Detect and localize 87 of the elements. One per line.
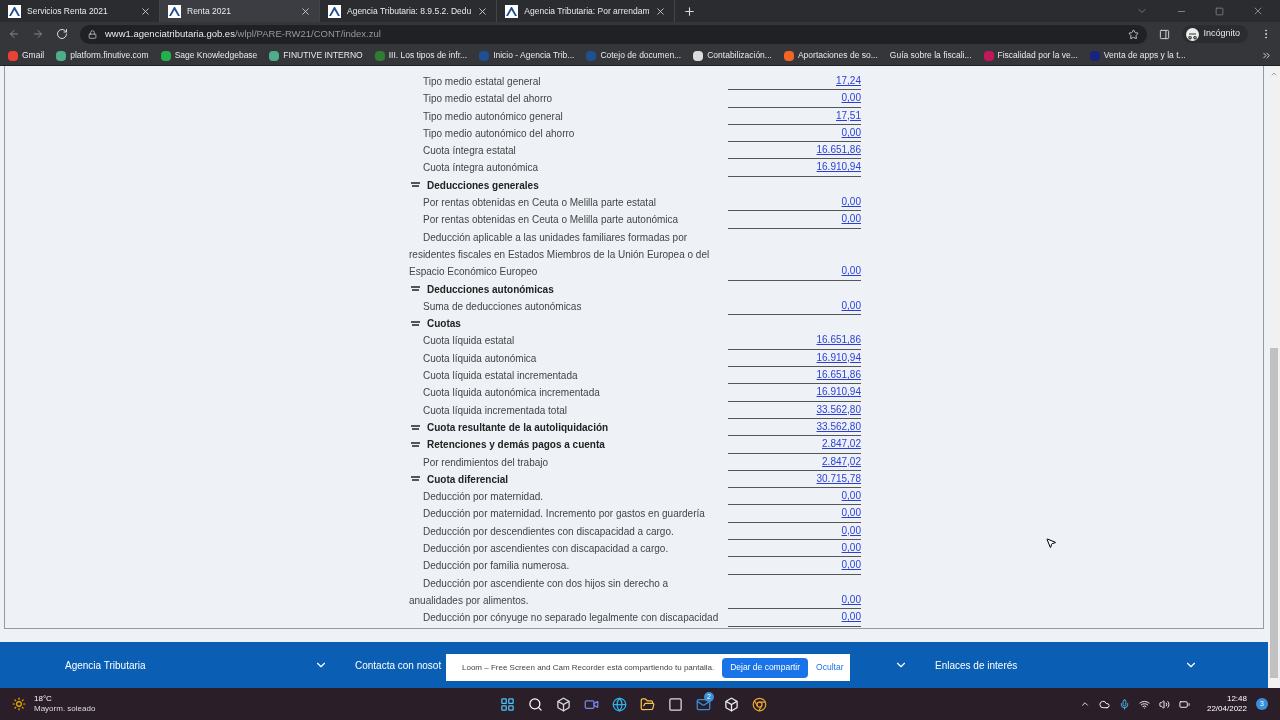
row-label: Cuota íntegra autonómica: [422, 161, 540, 176]
tab-title: Agencia Tributaria: 8.9.5.2. Dedu: [347, 4, 472, 18]
bookmark-item[interactable]: Inicio - Agencia Trib...: [479, 49, 575, 62]
bookmark-item[interactable]: Cotejo de documen...: [586, 49, 682, 62]
row-label: Deducción por cónyuge no separado legalmente con discapacidad: [422, 611, 719, 626]
amount-link[interactable]: 0,00: [841, 490, 861, 502]
row-label: Deducción por maternidad.: [422, 490, 545, 505]
amount-link[interactable]: 16.651,86: [816, 369, 861, 381]
bookmark-item[interactable]: Fiscalidad por la ve...: [983, 49, 1078, 62]
section-heading: Deducciones autonómicas: [427, 282, 554, 297]
clock-time: 12:48: [1226, 694, 1247, 704]
weather-text: Mayorm. soleado: [34, 704, 96, 714]
amount-link[interactable]: 16.651,86: [816, 144, 861, 156]
bookmark-item[interactable]: Contabilización...: [693, 49, 772, 62]
amount-link[interactable]: 30.715,78: [816, 472, 861, 484]
row-label: Deducción por familia numerosa.: [422, 559, 571, 574]
section-heading: Cuota resultante de la autoliquidación: [427, 420, 609, 435]
tab-title: Servicios Renta 2021: [27, 4, 109, 18]
amount-link[interactable]: 16.651,86: [816, 334, 861, 346]
amount-link[interactable]: 33.562,80: [816, 403, 861, 415]
bookmark-item[interactable]: Gmail: [8, 49, 45, 62]
stop-sharing-button[interactable]: Dejar de compartir: [722, 657, 809, 678]
bookmark-item[interactable]: III. Los tipos de infr...: [374, 49, 468, 62]
amount-link[interactable]: 0,00: [841, 524, 861, 536]
row-label: Tipo medio estatal del ahorro: [422, 92, 554, 107]
row-label: Deducción por ascendiente con dos hijos sin derecho a anualidades por alimentos.: [409, 576, 670, 608]
amount-link[interactable]: 0,00: [841, 611, 861, 623]
footer-menu[interactable]: Contacta con nosot: [355, 657, 442, 673]
row-label: Por rendimientos del trabajo: [422, 455, 550, 470]
row-label: Deducción por maternidad. Incremento por gastos en guardería: [422, 507, 706, 522]
section-heading: Cuota diferencial: [427, 472, 509, 487]
amount-link[interactable]: 17,24: [835, 75, 861, 86]
share-message: Loom – Free Screen and Cam Recorder está compartiendo tu pantalla.: [462, 661, 715, 674]
bookmark-item[interactable]: Guía sobre la fiscali...: [889, 49, 972, 62]
amount-link[interactable]: 0,00: [841, 265, 861, 277]
amount-link[interactable]: 0,00: [841, 213, 861, 225]
bookmark-item[interactable]: FINUTIVE INTERNO: [269, 49, 363, 62]
row-label: Tipo medio estatal general: [422, 75, 542, 89]
temperature: 18°C: [34, 694, 53, 704]
row-label: Cuota líquida autonómica: [422, 351, 538, 366]
bookmark-item[interactable]: Venta de apps y la t...: [1089, 49, 1186, 62]
amount-link[interactable]: 0,00: [841, 593, 861, 605]
amount-link[interactable]: 33.562,80: [816, 420, 861, 432]
tab-title: Renta 2021: [187, 4, 232, 18]
footer-menu[interactable]: Agencia Tributaria: [65, 657, 146, 673]
row-label: Por rentas obtenidas en Ceuta o Melilla parte autonómica: [422, 213, 680, 228]
row-label: Cuota líquida estatal: [422, 334, 516, 349]
row-label: Tipo medio autonómico del ahorro: [422, 126, 576, 141]
url-path: /wlpl/PARE-RW21/CONT/index.zul: [234, 26, 381, 41]
amount-link[interactable]: 0,00: [841, 92, 861, 104]
row-label: Cuota líquida autonómica incrementada: [422, 386, 601, 401]
tab-title: Agencia Tributaria: Por arrendam: [524, 4, 650, 18]
amount-link[interactable]: 16.910,94: [816, 161, 861, 173]
browser-tab[interactable]: Renta 2021: [160, 0, 320, 22]
amount-link[interactable]: 0,00: [841, 196, 861, 208]
section-heading: Cuotas: [427, 317, 461, 332]
section-heading: Deducciones generales: [427, 178, 539, 193]
amount-link[interactable]: 0,00: [841, 126, 861, 138]
amount-link[interactable]: 0,00: [841, 542, 861, 553]
row-label: Deducción por ascendientes con discapacidad a cargo.: [422, 542, 670, 556]
hide-link[interactable]: Ocultar: [816, 661, 844, 674]
incognito-chip[interactable]: Incógnito: [1182, 25, 1248, 43]
profile-label: Incógnito: [1203, 27, 1240, 41]
clock-date: 22/04/2022: [1206, 704, 1247, 714]
bookmark-item[interactable]: Sage Knowledgebase: [160, 49, 258, 62]
url-host: www1.agenciatributaria.gob.es: [105, 26, 235, 41]
row-label: Tipo medio autonómico general: [422, 109, 564, 124]
row-label: Por rentas obtenidas en Ceuta o Melilla parte estatal: [422, 196, 657, 211]
amount-link[interactable]: 16.910,94: [816, 351, 861, 363]
amount-link[interactable]: 17,51: [835, 109, 861, 121]
row-label: Cuota líquida estatal incrementada: [422, 369, 579, 384]
address-field[interactable]: www1.agenciatributaria.gob.es/wlpl/PARE-RW21/CONT/index.zul: [80, 24, 1148, 44]
row-label: Cuota líquida incrementada total: [422, 403, 568, 418]
section-heading: Retenciones y demás pagos a cuenta: [427, 438, 605, 453]
amount-link[interactable]: 0,00: [841, 559, 861, 571]
row-label: Deducción por descendientes con discapacidad a cargo.: [422, 524, 675, 539]
row-label: Cuota íntegra estatal: [422, 144, 517, 159]
amount-link[interactable]: 16.910,94: [816, 386, 861, 398]
row-label: Suma de deducciones autonómicas: [422, 299, 583, 314]
amount-link[interactable]: 2.847,02: [822, 455, 861, 467]
row-label: Deducción aplicable a las unidades familiares formadas por residentes fiscales en Estados Miembros de la Unión Europea o del Espacio Económico Europeo: [409, 230, 711, 280]
amount-link[interactable]: 0,00: [841, 507, 861, 519]
amount-link[interactable]: 2.847,02: [822, 438, 861, 450]
bookmark-item[interactable]: platform.finutive.com: [56, 49, 149, 62]
amount-link[interactable]: 0,00: [841, 299, 861, 311]
footer-menu[interactable]: Enlaces de interés: [935, 657, 1018, 673]
bookmark-item[interactable]: Aportaciones de so...: [783, 49, 878, 62]
